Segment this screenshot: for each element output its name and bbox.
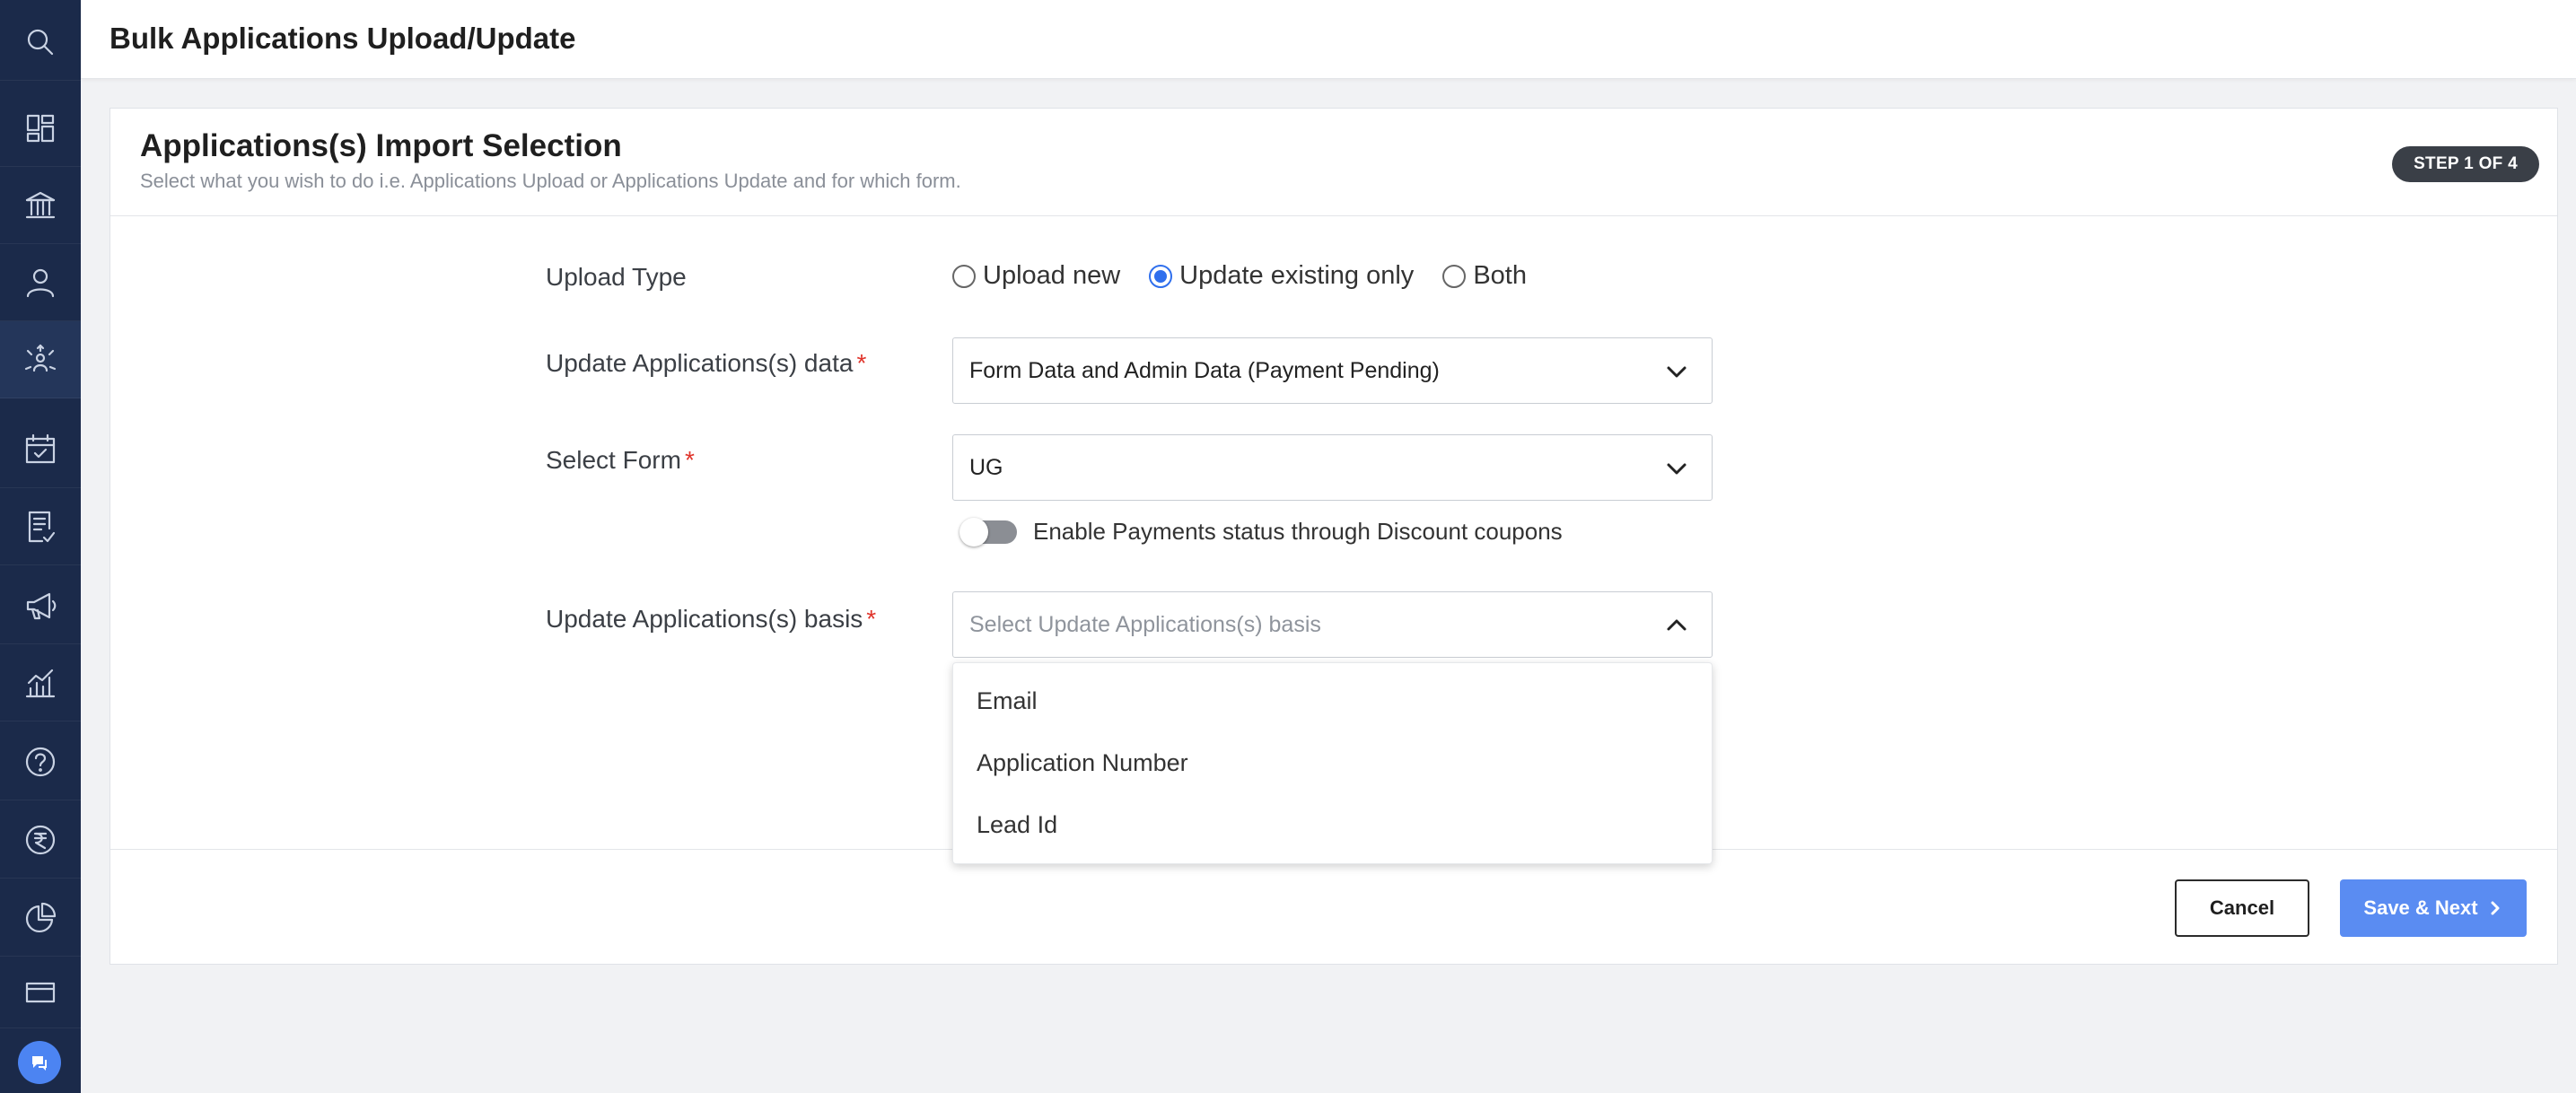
update-data-label: Update Applications(s) data *: [546, 349, 866, 378]
update-data-select[interactable]: Form Data and Admin Data (Payment Pendin…: [952, 337, 1713, 404]
discount-coupon-toggle-row: Enable Payments status through Discount …: [959, 517, 1563, 546]
basis-dropdown-menu: Email Application Number Lead Id: [952, 662, 1713, 864]
select-form-select[interactable]: UG: [952, 434, 1713, 501]
radio-circle[interactable]: [1442, 264, 1467, 288]
institution-icon[interactable]: [0, 167, 81, 244]
analytics-icon[interactable]: [0, 644, 81, 721]
chevron-down-icon: [1665, 457, 1688, 480]
select-form-value: UG: [969, 454, 1003, 480]
required-mark: *: [866, 605, 877, 633]
page-title: Bulk Applications Upload/Update: [110, 22, 576, 55]
radio-label: Update existing only: [1179, 261, 1415, 290]
top-bar: Bulk Applications Upload/Update: [81, 0, 2576, 79]
toggle-label: Enable Payments status through Discount …: [1033, 518, 1563, 545]
basis-label: Update Applications(s) basis *: [546, 605, 876, 634]
radio-label: Upload new: [983, 261, 1121, 290]
update-data-label-text: Update Applications(s) data: [546, 349, 854, 377]
card-header: Applications(s) Import Selection Select …: [110, 109, 2557, 216]
required-mark: *: [684, 446, 695, 474]
sidebar: [0, 0, 81, 1093]
chevron-up-icon: [1665, 614, 1688, 637]
required-mark: *: [856, 349, 867, 377]
rupee-icon[interactable]: [0, 801, 81, 879]
upload-type-radio-group: Upload new Update existing only Both: [952, 261, 1555, 291]
radio-circle[interactable]: [952, 264, 976, 288]
dropdown-option-application-number[interactable]: Application Number: [977, 749, 1188, 777]
radio-both[interactable]: Both: [1442, 261, 1527, 291]
basis-label-text: Update Applications(s) basis: [546, 605, 863, 633]
card-title: Applications(s) Import Selection: [140, 128, 622, 163]
import-selection-card: Applications(s) Import Selection Select …: [110, 108, 2558, 965]
chat-icon[interactable]: [18, 1041, 61, 1084]
save-next-label: Save & Next: [2363, 896, 2478, 919]
radio-circle-selected[interactable]: [1149, 264, 1173, 288]
pie-chart-icon[interactable]: [0, 879, 81, 957]
dropdown-option-email[interactable]: Email: [977, 687, 1038, 715]
chevron-down-icon: [1665, 360, 1688, 383]
basis-placeholder: Select Update Applications(s) basis: [969, 611, 1321, 637]
chevron-right-icon: [2491, 901, 2500, 915]
basis-select[interactable]: Select Update Applications(s) basis: [952, 591, 1713, 658]
discount-coupon-toggle[interactable]: [959, 517, 1017, 546]
dashboard-icon[interactable]: [0, 90, 81, 167]
toggle-knob[interactable]: [959, 517, 988, 546]
megaphone-icon[interactable]: [0, 567, 81, 644]
help-icon[interactable]: [0, 723, 81, 800]
select-form-label: Select Form *: [546, 446, 695, 475]
radio-label: Both: [1473, 261, 1527, 290]
save-next-button[interactable]: Save & Next: [2340, 879, 2527, 937]
radio-upload-new[interactable]: Upload new: [952, 261, 1120, 291]
cancel-button[interactable]: Cancel: [2175, 879, 2309, 937]
search-icon[interactable]: [0, 4, 81, 81]
user-icon[interactable]: [0, 244, 81, 321]
select-form-label-text: Select Form: [546, 446, 681, 474]
update-data-value: Form Data and Admin Data (Payment Pendin…: [969, 357, 1440, 383]
card-subtitle: Select what you wish to do i.e. Applicat…: [140, 170, 961, 192]
leads-distribution-icon[interactable]: [0, 321, 81, 398]
checklist-icon[interactable]: [0, 488, 81, 565]
radio-update-existing-only[interactable]: Update existing only: [1149, 261, 1414, 291]
card-icon[interactable]: [0, 957, 81, 1028]
upload-type-label: Upload Type: [546, 263, 687, 291]
step-badge: STEP 1 OF 4: [2392, 146, 2539, 182]
dropdown-option-lead-id[interactable]: Lead Id: [977, 811, 1057, 839]
calendar-check-icon[interactable]: [0, 411, 81, 488]
